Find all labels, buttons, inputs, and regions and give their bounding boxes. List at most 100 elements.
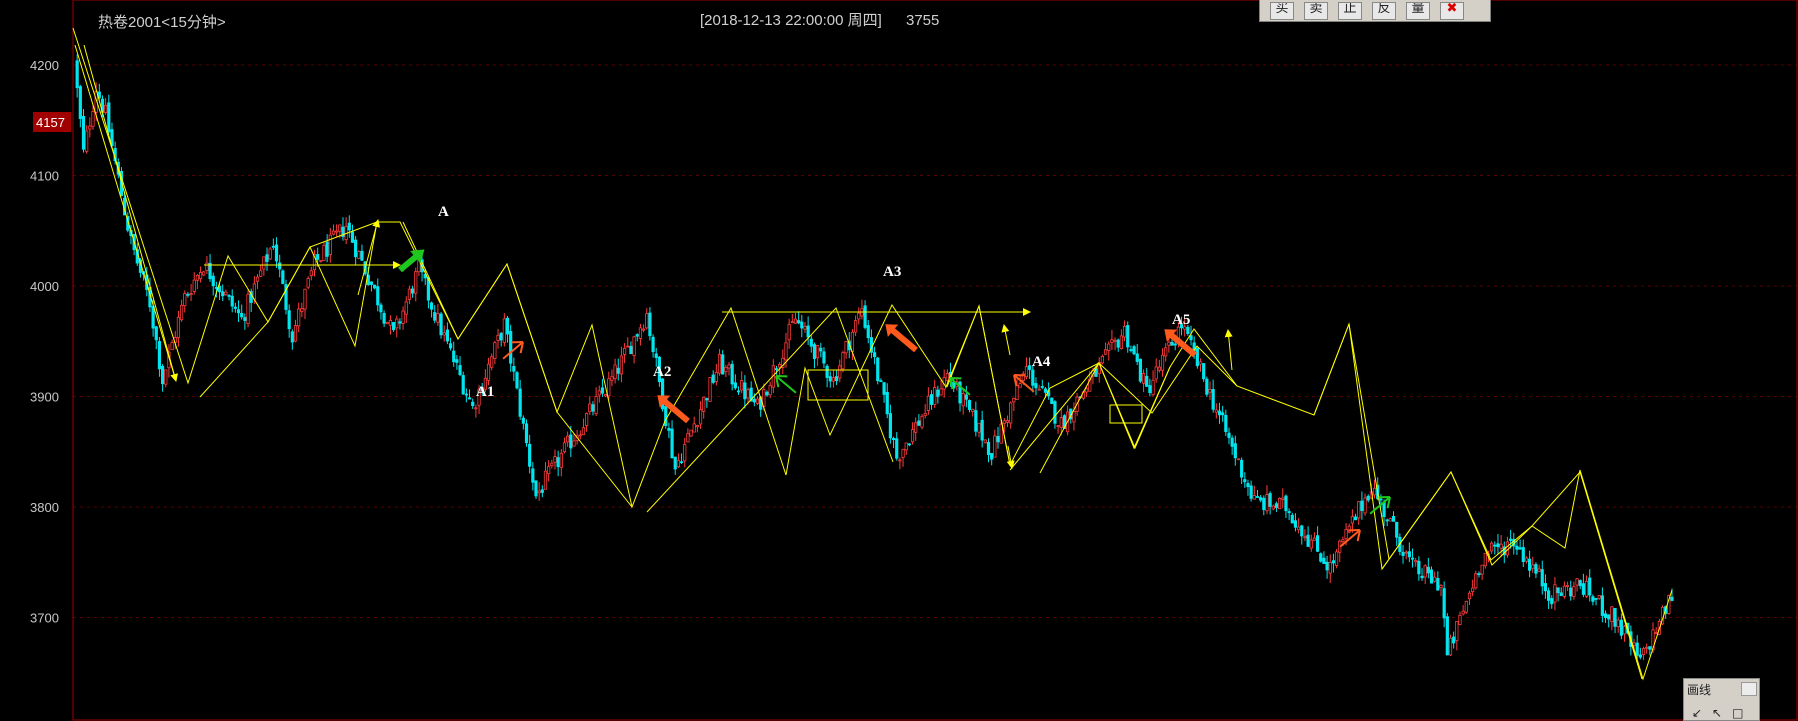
candle-body (1565, 585, 1570, 587)
candle-body (183, 293, 187, 307)
candle-body (1638, 654, 1642, 658)
candle-body (486, 363, 491, 381)
candle-body (569, 434, 573, 449)
candle-body (784, 342, 788, 361)
candle-body (493, 342, 497, 359)
sell-button[interactable]: 卖 (1304, 1, 1328, 20)
candle-body (1477, 573, 1481, 576)
candle-body (648, 312, 652, 337)
price-chart[interactable]: 420041004000390038003700 A A1 A2 A3 A4 A… (0, 0, 1798, 721)
candle-body (1357, 501, 1361, 519)
candle-body (923, 413, 927, 416)
candle-body (278, 262, 282, 270)
candle-body (1100, 356, 1105, 364)
candle-body (373, 284, 377, 289)
candle-body (1056, 425, 1060, 427)
candle-body (1243, 479, 1247, 483)
candle-body (1084, 388, 1089, 393)
candle-body (819, 347, 823, 352)
candle-body (227, 294, 231, 297)
candle-body (1531, 564, 1535, 569)
candle-body (1521, 547, 1525, 563)
candle-body (1265, 494, 1269, 512)
candle-body (822, 351, 826, 364)
candle-body (651, 336, 655, 353)
candle-body (496, 334, 500, 341)
candle-body (474, 407, 478, 410)
candle-body (1217, 410, 1222, 416)
candle-body (689, 429, 693, 437)
candle-body (1284, 495, 1288, 512)
candle-body (876, 357, 880, 382)
candle-body (515, 372, 519, 389)
trend-arrow-line (83, 44, 179, 382)
candle-body (1534, 564, 1538, 574)
candle-body (841, 352, 845, 370)
candle-body (1110, 339, 1114, 343)
candle-body (521, 417, 525, 424)
candle-body (1584, 580, 1589, 597)
candle-body (1455, 620, 1459, 641)
candle-body (1360, 500, 1364, 511)
candle-body (1240, 459, 1244, 478)
candle-body (534, 480, 538, 497)
candle-body (1148, 385, 1152, 394)
candle-body (471, 401, 475, 406)
candle-body (1151, 379, 1155, 396)
candle-body (547, 466, 551, 475)
candle-body (1353, 516, 1358, 521)
close-icon[interactable]: ✖ (1440, 1, 1464, 20)
candle-body (787, 324, 791, 341)
y-axis: 4200 4100 4000 3900 3800 3700 (30, 58, 59, 626)
candle-body (581, 427, 586, 436)
trend-arrow-line (1224, 329, 1233, 371)
candle-body (1483, 552, 1487, 567)
volume-button[interactable]: 量 (1406, 1, 1430, 20)
drawing-panel-close-icon[interactable] (1741, 682, 1757, 696)
candle-body (322, 244, 326, 261)
candle-body (1420, 575, 1424, 579)
buy-button[interactable]: 买 (1270, 1, 1294, 20)
candle-body (866, 325, 870, 339)
zigzag-line (646, 307, 894, 513)
candle-body (936, 389, 940, 397)
candle-body (774, 368, 779, 371)
candle-body (195, 274, 200, 281)
candle-body (1524, 557, 1529, 562)
wave-label-a2: A2 (653, 364, 671, 380)
candle-body (518, 388, 522, 417)
candle-body (1471, 587, 1475, 593)
stop-button[interactable]: 止 (1338, 1, 1362, 20)
candle-body (388, 320, 393, 326)
candle-body (221, 291, 225, 297)
candle-body (743, 382, 747, 400)
candle-body (562, 442, 567, 453)
candle-body (679, 461, 684, 464)
candle-body (331, 230, 336, 235)
candle-body (300, 308, 304, 312)
reverse-button[interactable]: 反 (1372, 1, 1396, 20)
candle-body (1259, 497, 1263, 501)
candle-body (1230, 437, 1234, 447)
candle-body (891, 437, 896, 440)
candle-body (626, 345, 630, 348)
candle-body (1031, 369, 1035, 386)
wave-label-a3: A3 (883, 264, 901, 280)
zigzag-line (74, 44, 177, 382)
candle-body (635, 334, 639, 337)
candle-body (1018, 383, 1022, 388)
drawing-tool-icons[interactable]: ↙↖□ (1692, 706, 1753, 720)
candle-body (604, 394, 608, 397)
candle-body (1053, 401, 1057, 424)
candle-body (1116, 339, 1120, 348)
candle-body (673, 456, 677, 470)
candle-body (1363, 497, 1367, 514)
candle-body (176, 316, 181, 338)
candle-body (360, 250, 364, 261)
candle-body (1138, 358, 1142, 382)
order-toolbar: 买 卖 止 反 量 ✖ (1259, 0, 1491, 22)
candle-body (550, 462, 554, 467)
candle-body (1350, 516, 1354, 524)
candle-body (328, 234, 332, 255)
candle-body (1528, 558, 1532, 571)
